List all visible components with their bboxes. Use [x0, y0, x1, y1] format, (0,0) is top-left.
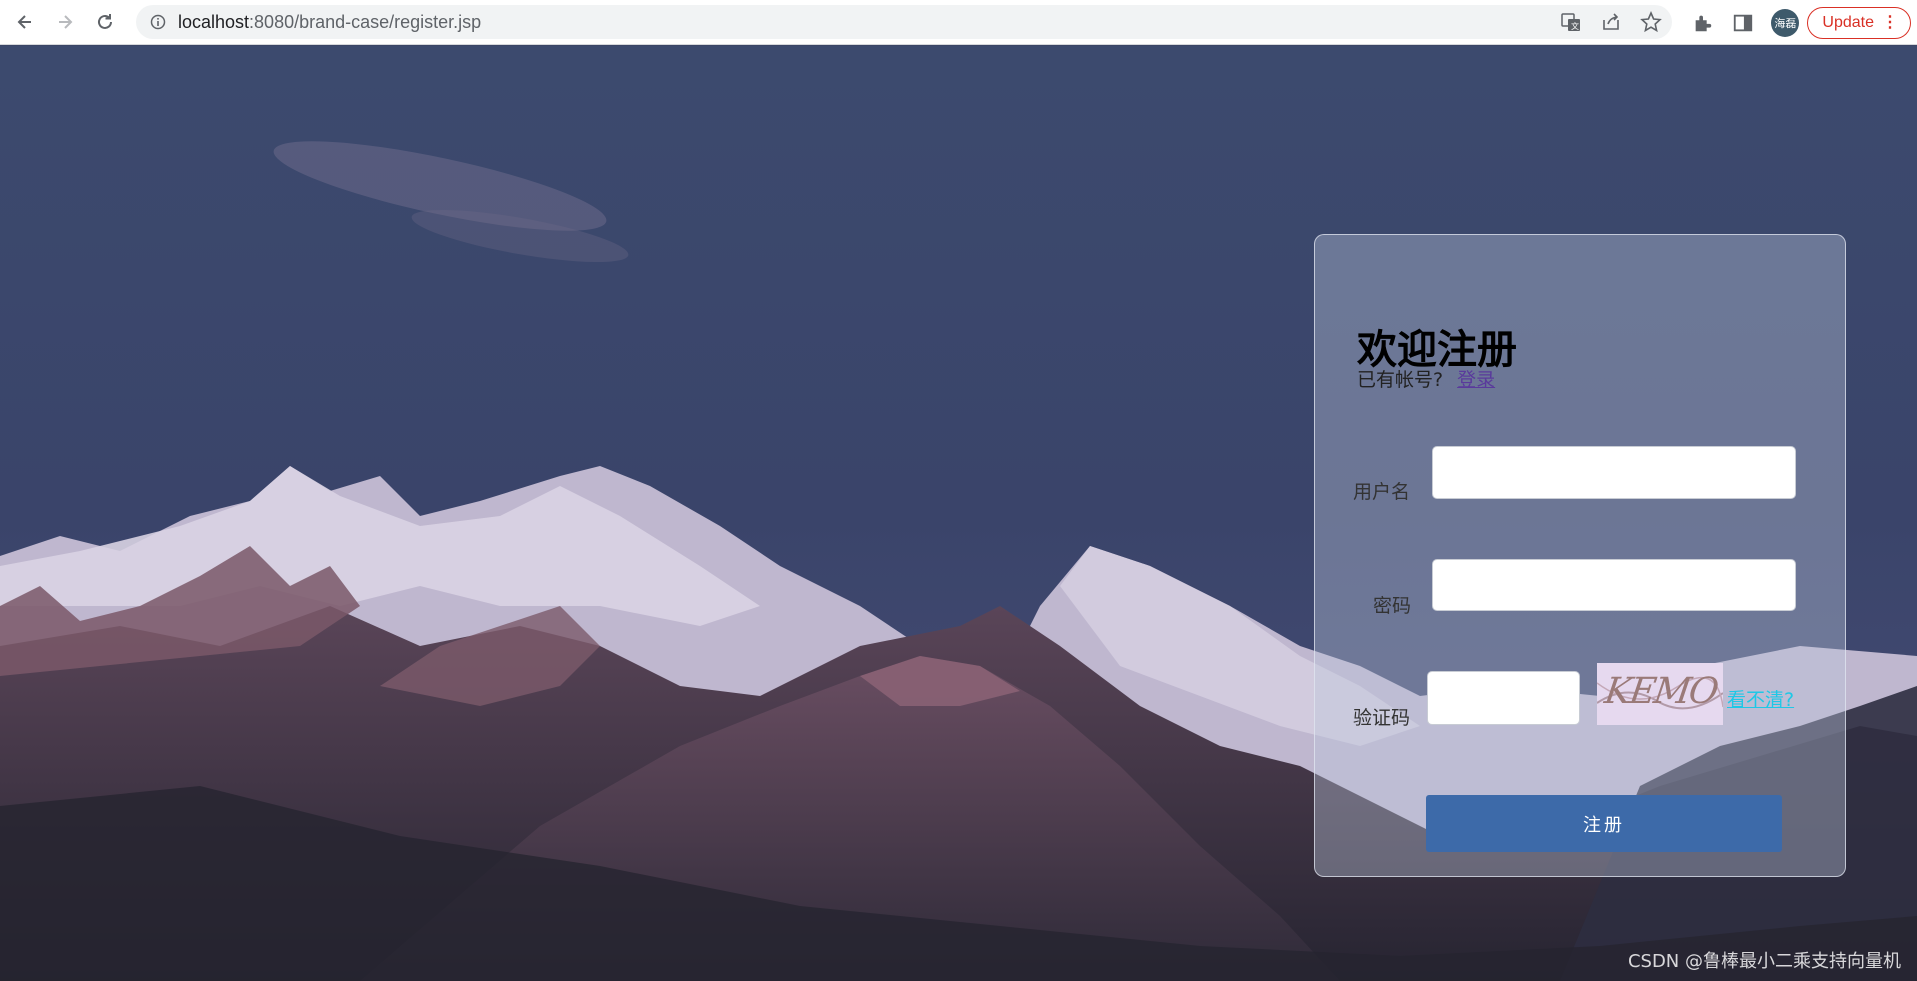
side-panel-icon[interactable]: [1731, 11, 1755, 35]
url-path: :8080/brand-case/register.jsp: [249, 11, 482, 32]
captcha-input[interactable]: [1427, 671, 1580, 725]
register-button[interactable]: 注册: [1426, 795, 1782, 852]
watermark: CSDN @鲁棒最小二乘支持向量机: [1627, 951, 1901, 972]
captcha-text: KEMO: [1602, 671, 1720, 712]
back-icon: [17, 15, 31, 29]
svg-text:文: 文: [1571, 21, 1579, 31]
url-text: localhost:8080/brand-case/register.jsp: [178, 12, 481, 33]
back-button[interactable]: [10, 7, 40, 37]
captcha-refresh-link[interactable]: 看不清?: [1727, 685, 1794, 712]
has-account-row: 已有帐号? 登录: [1357, 365, 1495, 392]
forward-button[interactable]: [50, 7, 80, 37]
update-label: Update: [1822, 13, 1874, 31]
forward-icon: [59, 15, 73, 29]
update-button[interactable]: Update ⋮: [1807, 6, 1911, 39]
password-input[interactable]: [1432, 559, 1796, 611]
profile-avatar[interactable]: 海磊: [1771, 8, 1800, 37]
address-bar[interactable]: localhost:8080/brand-case/register.jsp 文: [136, 5, 1672, 39]
info-icon[interactable]: [150, 14, 166, 30]
register-card: 欢迎注册 已有帐号? 登录 用户名 密码 验证码 KEMO 看不清? 注册: [1314, 234, 1846, 877]
captcha-label: 验证码: [1353, 707, 1411, 729]
username-label: 用户名: [1353, 481, 1411, 503]
captcha-image[interactable]: KEMO: [1597, 663, 1723, 725]
extensions-icon[interactable]: [1691, 11, 1715, 35]
password-label: 密码: [1373, 595, 1412, 617]
reload-button[interactable]: [90, 7, 120, 37]
share-icon[interactable]: [1600, 11, 1622, 33]
reload-icon: [98, 14, 112, 29]
translate-icon[interactable]: 文: [1560, 11, 1582, 33]
login-link[interactable]: 登录: [1457, 369, 1495, 391]
has-account-text: 已有帐号?: [1357, 369, 1444, 391]
url-host: localhost: [178, 11, 250, 32]
browser-toolbar: localhost:8080/brand-case/register.jsp 文…: [0, 0, 1917, 45]
menu-icon[interactable]: ⋮: [1882, 14, 1898, 32]
star-icon[interactable]: [1640, 11, 1662, 33]
username-input[interactable]: [1432, 446, 1796, 499]
